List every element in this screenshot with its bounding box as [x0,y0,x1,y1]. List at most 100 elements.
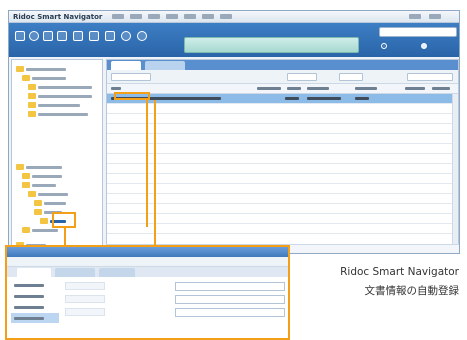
document-attribute-field[interactable] [175,295,285,304]
vertical-scrollbar[interactable] [452,94,458,252]
table-row[interactable] [107,194,458,204]
column-header-row [107,84,458,94]
search-input[interactable] [379,27,457,37]
tree-item-label [38,95,92,98]
table-row[interactable] [107,134,458,144]
document-attribute-field[interactable] [175,282,285,291]
dialog-tabs [7,267,288,277]
callout-line [64,228,66,245]
app-title: Ridoc Smart Navigator [13,13,103,21]
settings-icon[interactable] [137,31,147,41]
document-list-pane [106,59,459,253]
tree-item[interactable] [22,75,96,81]
column-header[interactable] [432,87,450,90]
title-bar: Ridoc Smart Navigator [9,11,459,23]
callout-target-row [114,92,150,100]
folder-icon [22,173,30,179]
table-row[interactable] [107,144,458,154]
print-icon[interactable] [43,31,53,41]
tree-item[interactable] [28,191,96,197]
table-row[interactable] [107,164,458,174]
dialog-nav-label [14,306,44,309]
folder-icon [22,182,30,188]
new-document-icon[interactable] [15,31,25,41]
view-toggle[interactable] [339,73,363,81]
menu-item[interactable] [148,14,160,19]
register-document-button[interactable] [184,37,359,53]
tree-item[interactable] [28,102,96,108]
tree-item[interactable] [28,84,96,90]
table-row[interactable] [107,174,458,184]
column-header[interactable] [257,87,281,90]
tree-item-label [32,229,58,232]
table-cell [307,97,341,100]
user-menu[interactable] [409,14,421,19]
dialog-nav-label [14,317,44,320]
table-row[interactable] [107,154,458,164]
column-header[interactable] [307,87,329,90]
menu-item[interactable] [184,14,196,19]
menu-item[interactable] [166,14,178,19]
tree-item[interactable] [22,182,96,188]
table-row[interactable] [107,224,458,234]
table-row[interactable] [107,204,458,214]
menu-item[interactable] [112,14,124,19]
sort-select[interactable] [407,73,453,81]
tree-item[interactable] [22,173,96,179]
tree-item-label [38,193,68,196]
table-row[interactable] [107,184,458,194]
menu-item[interactable] [220,14,232,19]
column-header[interactable] [287,87,301,90]
table-row[interactable] [107,124,458,134]
folder-icon [22,75,30,81]
table-cell [355,97,369,100]
tree-item-label [44,202,66,205]
folder-icon [16,164,24,170]
table-cell [285,97,299,100]
tree-item-label [26,68,66,71]
table-row-selected[interactable] [107,94,458,104]
filter-field[interactable] [111,73,151,81]
menu-item[interactable] [202,14,214,19]
search-icon[interactable] [29,31,39,41]
search-scope-radio[interactable] [421,43,427,49]
tree-item-label [38,86,92,89]
menu-item[interactable] [130,14,142,19]
tab-thumbnail[interactable] [145,61,185,70]
table-row[interactable] [107,214,458,224]
column-header[interactable] [405,87,425,90]
table-row[interactable] [107,114,458,124]
folder-icon [28,93,36,99]
tree-item[interactable] [34,200,96,206]
column-header[interactable] [111,87,121,90]
toolbar [9,23,459,57]
folder-icon[interactable] [105,31,115,41]
copy-icon[interactable] [57,31,67,41]
dialog-nav-item[interactable] [11,302,59,312]
folder-icon [40,218,48,224]
dialog-tab[interactable] [99,268,135,277]
table-row[interactable] [107,104,458,114]
dialog-nav-item-selected[interactable] [11,313,59,323]
column-header[interactable] [355,87,377,90]
close-icon[interactable] [73,31,83,41]
screenshot-stage: Ridoc Smart Navigator Ridoc Smart Naviga… [0,0,467,340]
tree-item[interactable] [16,164,96,170]
page-size-select[interactable] [287,73,317,81]
star-icon[interactable] [121,31,131,41]
dialog-nav-item[interactable] [11,280,59,290]
help-menu[interactable] [429,14,441,19]
tree-item[interactable] [28,93,96,99]
document-attribute-field[interactable] [175,308,285,317]
dialog-tab[interactable] [17,268,51,277]
dialog-document-name [7,257,288,267]
tree-item[interactable] [28,111,96,117]
dialog-tab[interactable] [55,268,95,277]
tab-list[interactable] [111,61,141,70]
edit-icon[interactable] [89,31,99,41]
search-scope-radio[interactable] [381,43,387,49]
dialog-nav-item[interactable] [11,291,59,301]
folder-icon [28,84,36,90]
caption-product-name: Ridoc Smart Navigator [340,266,459,278]
tree-item[interactable] [16,66,96,72]
